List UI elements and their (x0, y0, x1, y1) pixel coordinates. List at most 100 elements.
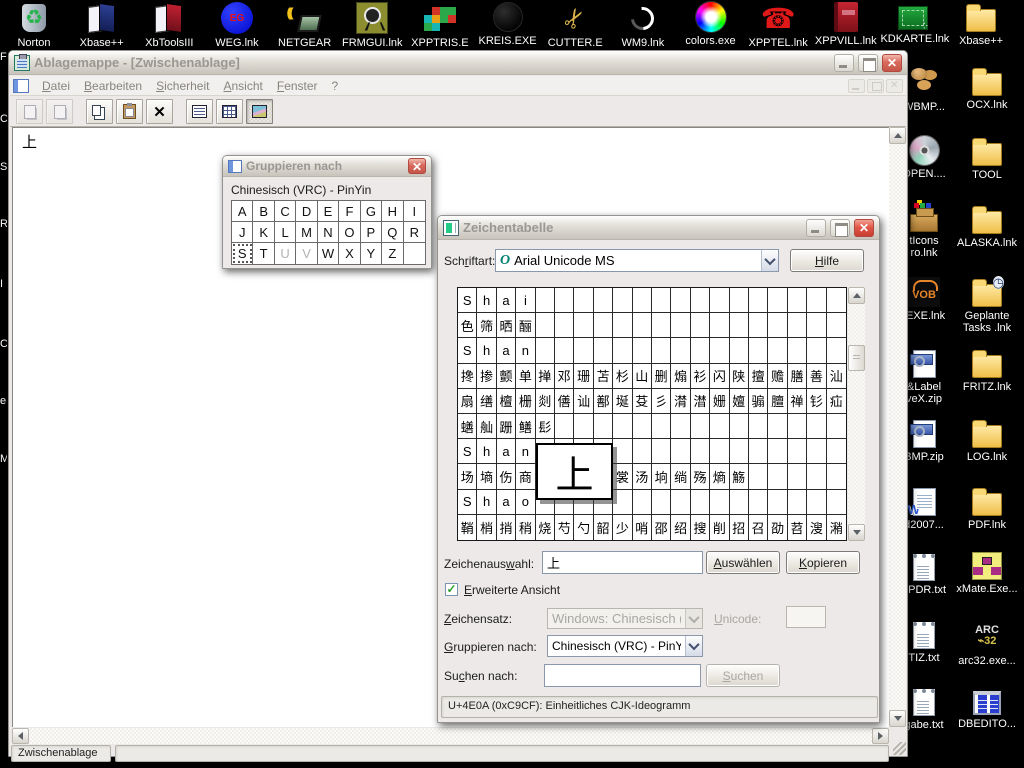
desktop-icon-log-lnk[interactable]: LOG.lnk (950, 418, 1024, 463)
char-cell-10-6[interactable]: 芍 (555, 515, 574, 540)
char-cell-empty[interactable] (768, 439, 787, 464)
char-cell-empty[interactable] (574, 414, 593, 439)
char-cell-5-8[interactable]: 鄯 (594, 389, 613, 414)
char-cell-empty[interactable] (536, 338, 555, 363)
char-cell-empty[interactable] (768, 338, 787, 363)
scroll-left-button[interactable] (12, 728, 29, 744)
char-cell-5-4[interactable]: 栅 (516, 389, 535, 414)
horizontal-scrollbar[interactable] (12, 728, 889, 744)
grid-scroll-thumb[interactable] (848, 345, 865, 371)
char-cell-8-15[interactable]: 觞 (730, 464, 749, 489)
char-cell-empty[interactable] (788, 414, 807, 439)
char-cell-empty[interactable] (633, 414, 652, 439)
char-cell-3-2[interactable]: h (477, 338, 496, 363)
group-letter-f[interactable]: F (339, 201, 360, 222)
list-view-button[interactable] (186, 99, 213, 124)
char-cell-empty[interactable] (613, 490, 632, 515)
group-letter-d[interactable]: D (296, 201, 317, 222)
char-cell-8-12[interactable]: 绱 (671, 464, 690, 489)
char-cell-empty[interactable] (788, 338, 807, 363)
char-cell-8-14[interactable]: 熵 (710, 464, 729, 489)
menu-help[interactable]: ? (325, 77, 346, 95)
char-cell-empty[interactable] (555, 313, 574, 338)
char-cell-1-1[interactable]: S (458, 288, 477, 313)
char-cell-10-15[interactable]: 招 (730, 515, 749, 540)
char-cell-7-3[interactable]: a (497, 439, 516, 464)
char-cell-empty[interactable] (613, 338, 632, 363)
char-cell-10-5[interactable]: 烧 (536, 515, 555, 540)
vertical-scrollbar[interactable] (889, 127, 906, 727)
char-cell-empty[interactable] (555, 288, 574, 313)
char-cell-5-6[interactable]: 僐 (555, 389, 574, 414)
char-cell-5-1[interactable]: 扇 (458, 389, 477, 414)
char-cell-7-2[interactable]: h (477, 439, 496, 464)
char-cell-5-15[interactable]: 嬗 (730, 389, 749, 414)
char-cell-6-5[interactable]: 髟 (536, 414, 555, 439)
char-cell-5-2[interactable]: 缮 (477, 389, 496, 414)
chevron-down-icon[interactable] (761, 250, 778, 271)
char-cell-6-1[interactable]: 蟮 (458, 414, 477, 439)
char-cell-empty[interactable] (536, 313, 555, 338)
char-cell-6-4[interactable]: 鳝 (516, 414, 535, 439)
group-letter-z[interactable]: Z (382, 243, 403, 264)
group-letter-r[interactable]: R (404, 222, 425, 243)
char-cell-5-10[interactable]: 芟 (633, 389, 652, 414)
desktop-icon-alaska-lnk[interactable]: ALASKA.lnk (950, 204, 1024, 249)
char-cell-9-3[interactable]: a (497, 490, 516, 515)
char-cell-4-13[interactable]: 衫 (691, 364, 710, 389)
char-cell-empty[interactable] (691, 490, 710, 515)
char-cell-empty[interactable] (788, 464, 807, 489)
mdi-minimize-button[interactable] (848, 79, 865, 93)
char-cell-empty[interactable] (671, 338, 690, 363)
char-cell-9-2[interactable]: h (477, 490, 496, 515)
char-cell-empty[interactable] (730, 313, 749, 338)
char-cell-8-10[interactable]: 汤 (633, 464, 652, 489)
desktop-icon-ocx-lnk[interactable]: OCX.lnk (950, 66, 1024, 111)
group-letter-x[interactable]: X (339, 243, 360, 264)
char-cell-4-9[interactable]: 杉 (613, 364, 632, 389)
menu-ansicht[interactable]: Ansicht (216, 77, 269, 95)
char-cell-empty[interactable] (633, 338, 652, 363)
char-cell-empty[interactable] (768, 313, 787, 338)
minimize-button[interactable] (834, 54, 854, 72)
ablagemappe-titlebar[interactable]: Ablagemappe - [Zwischenablage] (9, 51, 907, 75)
char-cell-empty[interactable] (691, 313, 710, 338)
char-cell-empty[interactable] (671, 490, 690, 515)
char-cell-empty[interactable] (807, 414, 826, 439)
char-cell-4-3[interactable]: 颤 (497, 364, 516, 389)
char-cell-empty[interactable] (768, 490, 787, 515)
mdi-child-icon[interactable] (13, 79, 29, 93)
char-cell-10-8[interactable]: 韶 (594, 515, 613, 540)
char-cell-4-6[interactable]: 邓 (555, 364, 574, 389)
char-cell-4-7[interactable]: 珊 (574, 364, 593, 389)
group-dialog-close-button[interactable] (408, 158, 426, 174)
char-cell-empty[interactable] (652, 313, 671, 338)
desktop-icon-tool[interactable]: TOOL (950, 136, 1024, 181)
group-letter-a[interactable]: A (232, 201, 253, 222)
char-cell-empty[interactable] (749, 288, 768, 313)
char-cell-8-13[interactable]: 殇 (691, 464, 710, 489)
char-cell-empty[interactable] (730, 288, 749, 313)
char-cell-empty[interactable] (633, 439, 652, 464)
char-cell-empty[interactable] (671, 313, 690, 338)
char-cell-5-17[interactable]: 膻 (768, 389, 787, 414)
char-cell-empty[interactable] (652, 439, 671, 464)
char-cell-empty[interactable] (788, 313, 807, 338)
char-cell-empty[interactable] (749, 414, 768, 439)
selection-input[interactable] (542, 551, 703, 574)
char-cell-empty[interactable] (652, 338, 671, 363)
char-cell-empty[interactable] (633, 490, 652, 515)
mdi-close-button[interactable] (886, 79, 903, 93)
menu-bearbeiten[interactable]: Bearbeiten (77, 77, 149, 95)
group-letter-q[interactable]: Q (382, 222, 403, 243)
char-cell-5-9[interactable]: 埏 (613, 389, 632, 414)
char-cell-empty[interactable] (594, 414, 613, 439)
group-letter-n[interactable]: N (318, 222, 339, 243)
char-cell-4-5[interactable]: 掸 (536, 364, 555, 389)
char-cell-empty[interactable] (671, 439, 690, 464)
charmap-titlebar[interactable]: Zeichentabelle (438, 216, 879, 240)
desktop-icon-fritz-lnk[interactable]: FRITZ.lnk (950, 348, 1024, 393)
char-cell-empty[interactable] (710, 439, 729, 464)
char-cell-empty[interactable] (827, 490, 846, 515)
char-cell-empty[interactable] (827, 414, 846, 439)
